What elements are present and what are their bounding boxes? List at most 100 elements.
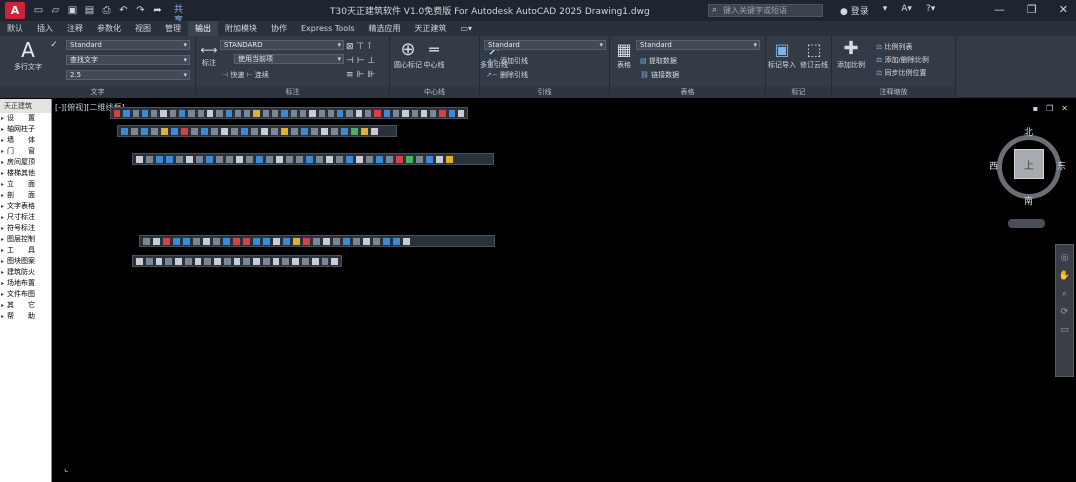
sidebar-item-rooms-roofs[interactable]: 房间屋顶: [0, 157, 51, 168]
revcloud-button[interactable]: ⬚ 修订云线: [798, 40, 830, 70]
restore-icon[interactable]: ❐: [1027, 3, 1037, 16]
undo-icon[interactable]: ↶: [118, 5, 129, 16]
sidebar-item-symbols[interactable]: 符号标注: [0, 223, 51, 234]
pan-icon[interactable]: ✋: [1056, 271, 1073, 281]
floating-toolbar-3[interactable]: [132, 153, 494, 165]
sidebar-item-text-tables[interactable]: 文字表格: [0, 201, 51, 212]
center-mark-button[interactable]: ⊕ 圆心标记: [394, 40, 422, 70]
sign-in-label[interactable]: 登录: [851, 7, 869, 17]
sidebar-item-tools[interactable]: 工 具: [0, 245, 51, 256]
tab-manage[interactable]: 管理: [158, 21, 188, 36]
viewport-restore-icon[interactable]: ❐: [1046, 104, 1053, 113]
continue-dim-label[interactable]: 连续: [255, 71, 269, 79]
dim-style-dropdown[interactable]: STANDARD: [220, 40, 344, 50]
leader-panel-title[interactable]: 引线: [480, 87, 609, 98]
floating-toolbar-1[interactable]: [110, 107, 468, 119]
sidebar-item-fire-protection[interactable]: 建筑防火: [0, 267, 51, 278]
sidebar-item-other[interactable]: 其 它: [0, 300, 51, 311]
save-icon[interactable]: ▣: [67, 5, 78, 16]
annotation-scaling-panel-title[interactable]: 注释缩放: [832, 87, 955, 98]
wcs-menu[interactable]: [1008, 219, 1045, 228]
text-panel-title[interactable]: 文字: [0, 87, 195, 98]
dim-space-icon[interactable]: ≡ ⊩ ⊪: [346, 68, 375, 82]
floating-toolbar-5[interactable]: [132, 255, 342, 267]
sidebar-item-help[interactable]: 帮 助: [0, 311, 51, 322]
tab-express-tools[interactable]: Express Tools: [294, 21, 362, 36]
quick-dim-icon[interactable]: ⊣: [222, 71, 228, 79]
centerline-button[interactable]: ═ 中心线: [420, 40, 448, 70]
add-delete-scale-row[interactable]: ⚖ 添加/删除比例: [876, 55, 929, 65]
tab-featured-apps[interactable]: 精选应用: [362, 21, 408, 36]
table-style-dropdown[interactable]: Standard: [636, 40, 760, 50]
search-input[interactable]: ⌕ 键入关键字或短语: [708, 4, 823, 17]
sidebar-item-elevation[interactable]: 立 面: [0, 179, 51, 190]
tab-default[interactable]: 默认: [0, 21, 30, 36]
share-icon[interactable]: ➦: [152, 5, 163, 16]
markup-import-button[interactable]: ▣ 标记导入: [766, 40, 798, 70]
app-menu-button[interactable]: A: [5, 2, 25, 19]
sidebar-item-settings[interactable]: 设 置: [0, 113, 51, 124]
tab-tangent-architecture[interactable]: 天正建筑: [408, 21, 454, 36]
dimension-button[interactable]: ⟷ 标注: [198, 42, 220, 68]
sync-scale-row[interactable]: ⚖ 同步比例位置: [876, 68, 927, 78]
tab-view[interactable]: 视图: [128, 21, 158, 36]
open-file-icon[interactable]: ▱: [50, 5, 61, 16]
ribbon-minimize-toggle[interactable]: ▭▾: [454, 21, 480, 36]
floating-toolbar-2[interactable]: [117, 125, 397, 137]
redo-icon[interactable]: ↷: [135, 5, 146, 16]
continue-dim-icon[interactable]: ⊢: [247, 71, 253, 79]
dim-layer-dropdown[interactable]: 使用当前项: [234, 54, 344, 64]
text-height-dropdown[interactable]: 2.5: [66, 70, 190, 80]
help-icon[interactable]: ?▾: [926, 4, 935, 17]
link-data-row[interactable]: ⛓ 链接数据: [640, 70, 679, 80]
scale-list-row[interactable]: ⚖ 比例列表: [876, 42, 913, 52]
tab-annotate[interactable]: 注释: [60, 21, 90, 36]
showmotion-icon[interactable]: ▭: [1056, 325, 1073, 335]
extract-data-row[interactable]: ▤ 提取数据: [640, 56, 677, 66]
tab-collaborate[interactable]: 协作: [264, 21, 294, 36]
minimize-icon[interactable]: —: [994, 3, 1005, 16]
sidebar-item-stairs[interactable]: 楼梯其他: [0, 168, 51, 179]
close-icon[interactable]: ✕: [1059, 3, 1068, 16]
sidebar-item-axis-columns[interactable]: 轴网柱子: [0, 124, 51, 135]
save-as-icon[interactable]: ▤: [84, 5, 95, 16]
tab-parametric[interactable]: 参数化: [90, 21, 128, 36]
compass-west-label[interactable]: 西: [989, 159, 998, 172]
compass-east-label[interactable]: 东: [1057, 159, 1066, 172]
orbit-icon[interactable]: ⟳: [1056, 307, 1073, 317]
tab-output[interactable]: 输出: [188, 21, 218, 36]
viewport-minimize-icon[interactable]: ▪: [1033, 104, 1038, 113]
dimension-panel-title[interactable]: 标注: [196, 87, 389, 98]
new-file-icon[interactable]: ▭: [33, 5, 44, 16]
add-scale-button[interactable]: ✚ 添加比例: [834, 38, 868, 70]
text-style-dropdown[interactable]: Standard: [66, 40, 190, 50]
check-spelling-button[interactable]: ✓: [44, 40, 64, 50]
sidebar-item-section[interactable]: 剖 面: [0, 190, 51, 201]
table-button[interactable]: ▦ 表格: [612, 40, 636, 70]
sidebar-item-site[interactable]: 场地布置: [0, 278, 51, 289]
viewcube[interactable]: 上 北 南 东 西: [989, 127, 1069, 207]
compass-south-label[interactable]: 南: [1024, 194, 1033, 207]
print-icon[interactable]: ⎙: [101, 5, 112, 16]
share-label[interactable]: 共享: [173, 5, 184, 26]
floating-toolbar-4[interactable]: [139, 235, 495, 247]
sidebar-item-dimensions[interactable]: 尺寸标注: [0, 212, 51, 223]
sidebar-item-layout[interactable]: 文件布图: [0, 289, 51, 300]
cart-icon[interactable]: ▾: [883, 4, 888, 17]
dim-adjust-icon[interactable]: ⊣ ⊢ ⊥: [346, 54, 375, 68]
compass-north-label[interactable]: 北: [1024, 125, 1033, 138]
tab-addins[interactable]: 附加模块: [218, 21, 264, 36]
table-panel-title[interactable]: 表格: [610, 87, 765, 98]
remove-leader-row[interactable]: ↗− 删除引线: [486, 70, 528, 80]
add-leader-row[interactable]: ↗+ 添加引线: [486, 56, 528, 66]
full-navigation-wheel-icon[interactable]: ◎: [1056, 253, 1073, 263]
sidebar-item-doors-windows[interactable]: 门 窗: [0, 146, 51, 157]
user-icon[interactable]: ● 登录: [840, 4, 869, 17]
zoom-icon[interactable]: ⌕: [1056, 289, 1073, 299]
quick-dim-label[interactable]: 快速: [230, 71, 244, 79]
viewcube-top-face[interactable]: 上: [1014, 149, 1044, 179]
dim-break-icon[interactable]: ⊠ ⊤ ⊺: [346, 40, 375, 54]
centerline-panel-title[interactable]: 中心线: [390, 87, 479, 98]
autodesk-app-icon[interactable]: A▾: [901, 4, 912, 17]
find-text-input[interactable]: 查找文字: [66, 55, 190, 65]
